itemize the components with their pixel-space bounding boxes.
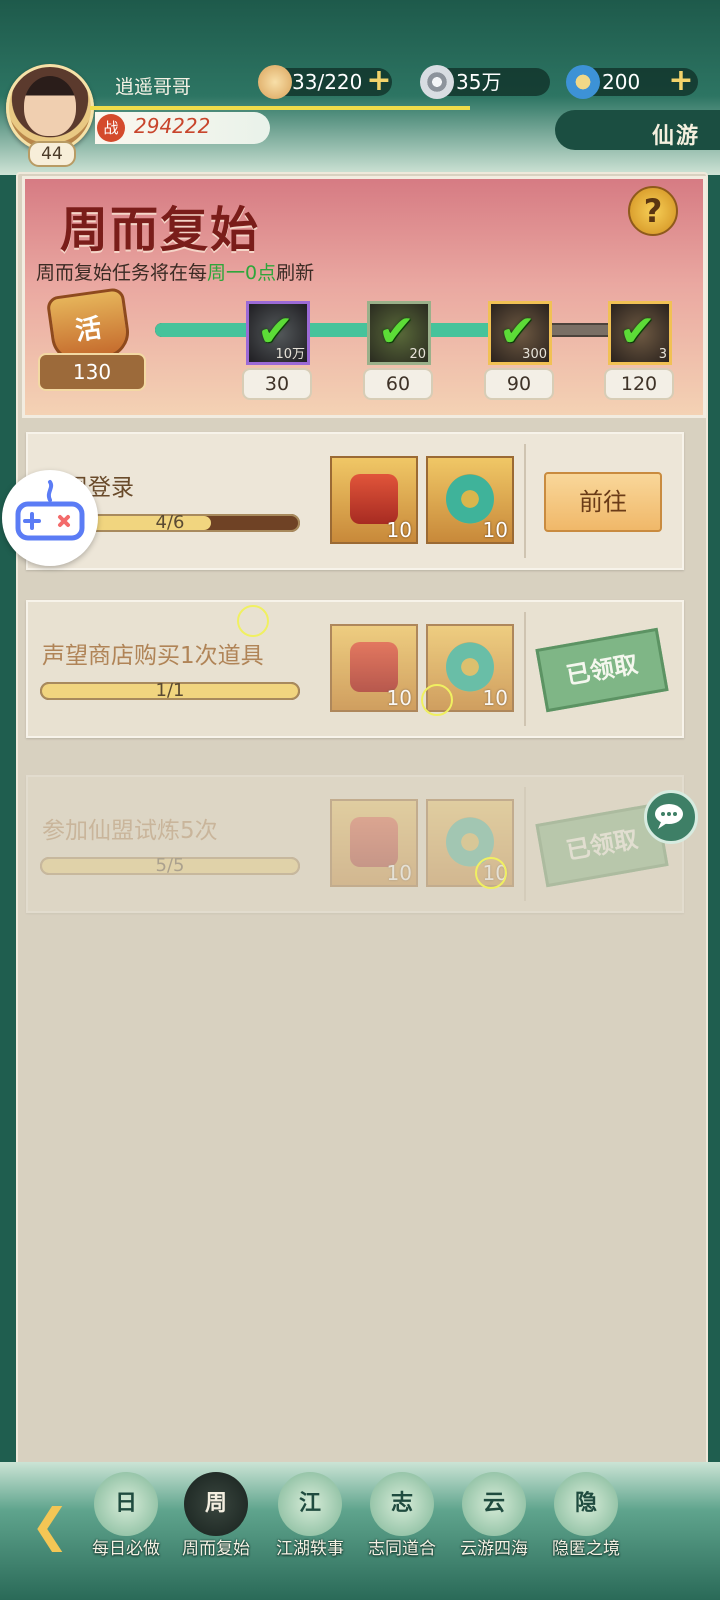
add-stamina-button[interactable]: + <box>364 66 394 96</box>
tab-label: 云游四海 <box>460 1539 528 1559</box>
tab-weekly[interactable]: 周 周而复始 <box>174 1468 258 1568</box>
help-button[interactable]: ? <box>628 186 678 236</box>
touch-indicator <box>237 605 269 637</box>
banner-title: 周而复始 <box>60 202 261 258</box>
reward-count: 10 <box>386 861 412 885</box>
task-card: 声望商店购买1次道具 1/1 10 10 已领取 <box>26 600 684 738</box>
milestone-reward-1[interactable]: ✔ 10万 <box>246 301 310 365</box>
scroll-icon: 江 <box>278 1472 342 1536</box>
tab-label: 志同道合 <box>368 1539 436 1559</box>
activity-token-icon <box>350 817 398 867</box>
divider <box>524 787 526 901</box>
milestone-reward-amount: 3 <box>658 347 667 362</box>
task-card: 参加仙盟试炼5次 5/5 10 10 已领取 <box>26 775 684 913</box>
milestone-points: 30 <box>242 368 312 400</box>
divider <box>524 612 526 726</box>
claimed-stamp: 已领取 <box>535 627 669 713</box>
go-button[interactable]: 前往 <box>544 472 662 532</box>
divider <box>524 444 526 558</box>
tab-label: 江湖轶事 <box>276 1539 344 1559</box>
server-tab[interactable]: 仙游 <box>555 110 720 150</box>
reward-count: 10 <box>386 686 412 710</box>
milestone-reward-amount: 10万 <box>275 347 305 362</box>
scroll-icon: 志 <box>370 1472 434 1536</box>
reward-count: 10 <box>482 686 508 710</box>
activity-token-icon <box>350 474 398 524</box>
tab-label: 隐匿之境 <box>552 1539 620 1559</box>
milestone-points: 90 <box>484 368 554 400</box>
scroll-icon: 隐 <box>554 1472 618 1536</box>
task-progress-text: 1/1 <box>155 680 185 701</box>
player-name: 逍遥哥哥 <box>115 76 192 98</box>
jade-icon <box>566 65 600 99</box>
reward-activity-token[interactable]: 10 <box>330 624 418 712</box>
chat-bubble-icon <box>655 804 683 829</box>
resource-coins: 35万 <box>420 65 550 99</box>
task-title: 声望商店购买1次道具 <box>42 643 264 669</box>
tab-companions[interactable]: 志 志同道合 <box>360 1468 444 1568</box>
gamepad-icon <box>15 480 85 541</box>
banner-desc-prefix: 周而复始任务将在每 <box>36 262 208 284</box>
tab-daily[interactable]: 日 每日必做 <box>84 1468 168 1568</box>
coin-icon <box>420 65 454 99</box>
tab-hidden-realm[interactable]: 隐 隐匿之境 <box>544 1468 628 1568</box>
player-level: 44 <box>28 141 76 167</box>
power-value: 294222 <box>134 114 211 138</box>
milestone-reward-3[interactable]: ✔ 300 <box>488 301 552 365</box>
add-jade-button[interactable]: + <box>666 66 696 96</box>
milestone-reward-4[interactable]: ✔ 3 <box>608 301 672 365</box>
task-progress-text: 5/5 <box>155 855 185 876</box>
tab-label: 周而复始 <box>182 1539 250 1559</box>
activity-token-icon <box>350 642 398 692</box>
server-label: 仙游 <box>651 124 700 149</box>
game-assistant-button[interactable] <box>2 470 98 566</box>
resource-coins-value: 35万 <box>456 70 502 94</box>
resource-stamina-value: 33/220 <box>292 70 363 94</box>
resource-stamina: 33/220 + <box>258 65 394 99</box>
mountain-icon: 云 <box>462 1472 526 1536</box>
reward-activity-token[interactable]: 10 <box>330 456 418 544</box>
scroll-icon: 周 <box>184 1472 248 1536</box>
reward-count: 10 <box>482 518 508 542</box>
touch-indicator <box>475 857 507 889</box>
task-card: 每周登录 4/6 10 10 前往 <box>26 432 684 570</box>
tab-anecdotes[interactable]: 江 江湖轶事 <box>268 1468 352 1568</box>
tab-travel[interactable]: 云 云游四海 <box>452 1468 536 1568</box>
reward-activity-token[interactable]: 10 <box>330 799 418 887</box>
jade-disc-icon <box>446 474 494 524</box>
header-accent-line <box>90 106 470 110</box>
milestone-reward-amount: 300 <box>522 347 547 362</box>
banner-desc-suffix: 刷新 <box>276 262 315 284</box>
milestone-points: 60 <box>363 368 433 400</box>
resource-jade: 200 + <box>566 65 698 99</box>
reward-jade-disc[interactable]: 10 <box>426 456 514 544</box>
jade-disc-icon <box>446 642 494 692</box>
arrow-left-icon[interactable]: ❮ <box>14 1500 86 1550</box>
tab-label: 每日必做 <box>92 1539 160 1559</box>
milestone-reward-amount: 20 <box>409 347 426 362</box>
activity-progress-fill <box>155 323 507 337</box>
task-title: 参加仙盟试炼5次 <box>42 818 218 844</box>
resource-jade-value: 200 <box>602 70 641 94</box>
milestone-reward-2[interactable]: ✔ 20 <box>367 301 431 365</box>
avatar-portrait <box>24 76 76 136</box>
chat-button[interactable] <box>644 790 698 844</box>
milestone-points: 120 <box>604 368 674 400</box>
banner-description: 周而复始任务将在每周一0点刷新 <box>36 258 314 285</box>
check-icon: ✔ <box>619 306 656 357</box>
power-icon: 战 <box>97 114 125 142</box>
activity-points: 130 <box>38 353 146 391</box>
bun-icon <box>258 65 292 99</box>
scroll-icon: 日 <box>94 1472 158 1536</box>
task-progress-bar: 1/1 <box>40 680 300 701</box>
banner-desc-highlight: 周一0点 <box>207 262 277 284</box>
avatar[interactable] <box>6 64 94 152</box>
touch-indicator <box>421 684 453 716</box>
reward-count: 10 <box>386 518 412 542</box>
task-progress-bar: 5/5 <box>40 855 300 876</box>
